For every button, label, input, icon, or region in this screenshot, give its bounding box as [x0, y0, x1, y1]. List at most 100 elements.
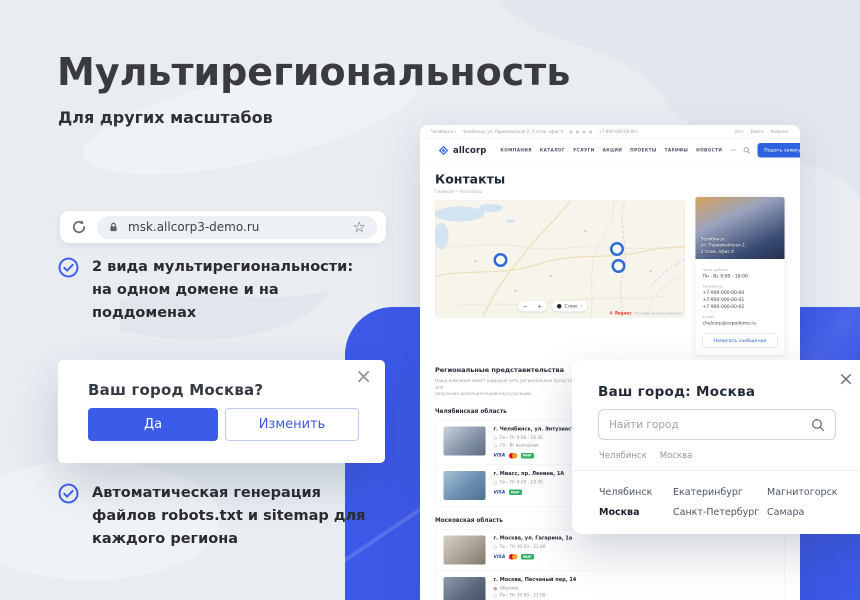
map-terms-link[interactable]: Условия использования: [635, 311, 682, 316]
nav-item-company[interactable]: КОМПАНИЯ: [500, 148, 531, 153]
office-hours: Пн - Пт 10:00 - 21:00: [500, 544, 546, 550]
office-thumbnail: [444, 535, 486, 564]
contact-card: Челябинск, ул. Первомайская 2, 3 этаж, о…: [695, 197, 785, 356]
city-search-box[interactable]: [598, 409, 836, 440]
phone-value[interactable]: +7-900-000-00-01: [703, 297, 778, 304]
clock-icon: [494, 594, 498, 598]
feature-bullet-multiregion: 2 вида мультирегиональности: на одном до…: [58, 256, 388, 325]
zoom-out-button[interactable]: −: [523, 303, 528, 310]
logo-text: allcorp: [453, 145, 486, 155]
city-picker-title: Ваш город: Москва: [598, 384, 755, 400]
divider: [572, 470, 860, 471]
clock-icon: [494, 437, 498, 441]
phone-value[interactable]: +7-900-000-00-02: [703, 304, 778, 311]
office-hours: Сб - Вс выходные: [500, 442, 539, 448]
refresh-icon[interactable]: [71, 219, 87, 235]
url-field[interactable]: msk.allcorp3-demo.ru ☆: [97, 216, 377, 239]
nav-item-services[interactable]: УСЛУГИ: [573, 148, 595, 153]
feature-bullet-text: 2 вида мультирегиональности: на одном до…: [92, 256, 353, 325]
city-option[interactable]: Санкт-Петербург: [673, 507, 767, 518]
email-value[interactable]: chelcorp@expodemo.ru: [703, 320, 778, 327]
city-option[interactable]: Магнитогорск: [767, 487, 857, 498]
map-layers-control[interactable]: Слои ▾: [552, 301, 587, 312]
office-hours: Пн - Пт 10:00 - 21:00: [500, 593, 546, 599]
topbar-phone[interactable]: +7-900-000-00-00▾: [599, 130, 639, 135]
clock-icon: [494, 444, 498, 448]
confirm-city-button[interactable]: Да: [88, 408, 218, 441]
bookmark-star-icon[interactable]: ☆: [353, 220, 366, 235]
lock-icon: [108, 221, 119, 233]
metro-icon: [494, 587, 498, 591]
office-photo-caption: Челябинск, ул. Первомайская 2, 3 этаж, о…: [701, 237, 781, 255]
search-icon[interactable]: [743, 147, 751, 155]
nav-item-more[interactable]: ···: [730, 148, 736, 153]
zoom-in-button[interactable]: +: [537, 303, 542, 310]
nav-item-sales[interactable]: АКЦИИ: [603, 148, 623, 153]
nav-item-news[interactable]: НОВОСТИ: [696, 148, 722, 153]
topbar-address: Челябинск, ул. Первомайская 2, 4 этаж, о…: [462, 130, 563, 135]
map-zoom-control[interactable]: − +: [518, 301, 547, 312]
chevron-down-icon: ▾: [742, 131, 744, 135]
visa-icon: VISA: [494, 490, 506, 495]
hours-label: Часы работы: [703, 268, 778, 273]
close-icon[interactable]: ×: [838, 368, 854, 390]
mastercard-icon: [509, 453, 518, 459]
city-search-input[interactable]: [609, 419, 811, 431]
recent-city-link[interactable]: Челябинск: [599, 451, 647, 461]
office-row[interactable]: г. Москва, Песчаный пер, 14 Обухово Пн -…: [436, 570, 785, 600]
clock-icon: [494, 545, 498, 549]
office-address[interactable]: г. Москва, Песчаный пер, 14: [494, 577, 777, 583]
close-icon[interactable]: ×: [355, 364, 372, 388]
city-picker-panel: × Ваш город: Москва Челябинск Москва Чел…: [572, 360, 860, 534]
offices-map[interactable]: − + Слои ▾ © Яндекс Условия использовани…: [435, 201, 685, 318]
nav-item-tariffs[interactable]: ТАРИФЫ: [665, 148, 689, 153]
offices-list: г. Москва, ул. Гагарина, 1а Пн - Пт 10:0…: [435, 529, 785, 600]
office-thumbnail: [444, 427, 486, 456]
city-option-selected[interactable]: Москва: [599, 507, 673, 518]
topbar-login-link[interactable]: Войти: [751, 130, 764, 135]
contacts-page-heading: Контакты: [435, 172, 785, 187]
office-hours: Пн - Пт 9:00 - 18:30: [500, 479, 543, 485]
city-confirm-dialog: Ваш город Москва? × Да Изменить: [58, 360, 385, 463]
city-option[interactable]: Екатеринбург: [673, 487, 767, 498]
city-option[interactable]: Челябинск: [599, 487, 673, 498]
office-photo: Челябинск, ул. Первомайская 2, 3 этаж, о…: [696, 197, 785, 259]
city-grid: Челябинск Екатеринбург Магнитогорск Моск…: [599, 487, 857, 518]
recent-city-link[interactable]: Москва: [660, 451, 693, 461]
write-message-button[interactable]: Написать сообщение: [703, 333, 778, 348]
chevron-down-icon: ▾: [581, 305, 583, 309]
office-thumbnail: [444, 471, 486, 500]
change-city-button[interactable]: Изменить: [225, 408, 359, 441]
topbar-language-selector[interactable]: RU▾: [735, 130, 743, 135]
nav-item-catalog[interactable]: КАТАЛОГ: [540, 148, 565, 153]
layers-label: Слои: [565, 304, 577, 310]
email-label: e-mail: [703, 314, 778, 319]
site-nav: allcorp КОМПАНИЯ КАТАЛОГ УСЛУГИ АКЦИИ ПР…: [420, 139, 800, 162]
chevron-down-icon: ▾: [637, 131, 639, 135]
topbar-cabinet-link[interactable]: Кабинет: [771, 130, 789, 135]
submit-request-button[interactable]: Подать заявку: [758, 143, 800, 158]
breadcrumb[interactable]: Главная — Контакты: [435, 190, 785, 195]
layers-icon: [557, 304, 562, 309]
map-marker: [495, 254, 507, 266]
mastercard-icon: [509, 554, 518, 560]
office-metro: Обухово: [500, 585, 519, 591]
site-topbar: Челябинск▾ Челябинск, ул. Первомайская 2…: [420, 125, 800, 139]
site-logo[interactable]: allcorp: [438, 145, 486, 156]
office-row[interactable]: г. Москва, ул. Гагарина, 1а Пн - Пт 10:0…: [436, 529, 785, 570]
office-address[interactable]: г. Москва, ул. Гагарина, 1а: [494, 535, 777, 541]
page-title: Мультирегиональность: [57, 50, 570, 94]
topbar-city-selector[interactable]: Челябинск▾: [431, 130, 456, 135]
nav-item-projects[interactable]: ПРОЕКТЫ: [630, 148, 656, 153]
url-text[interactable]: msk.allcorp3-demo.ru: [128, 220, 259, 234]
check-circle-icon: [58, 483, 79, 504]
feature-bullet-robots: Автоматическая генерация файлов robots.t…: [58, 482, 388, 551]
payment-icons: VISA МИР: [494, 554, 777, 560]
search-icon: [811, 418, 825, 432]
topbar-social-icons[interactable]: [570, 130, 593, 133]
logo-diamond-icon: [438, 145, 449, 156]
browser-address-bar[interactable]: msk.allcorp3-demo.ru ☆: [60, 211, 386, 243]
recent-cities: Челябинск Москва: [599, 451, 692, 461]
phone-value[interactable]: +7-900-000-00-00: [703, 290, 778, 297]
city-option[interactable]: Самара: [767, 507, 857, 518]
